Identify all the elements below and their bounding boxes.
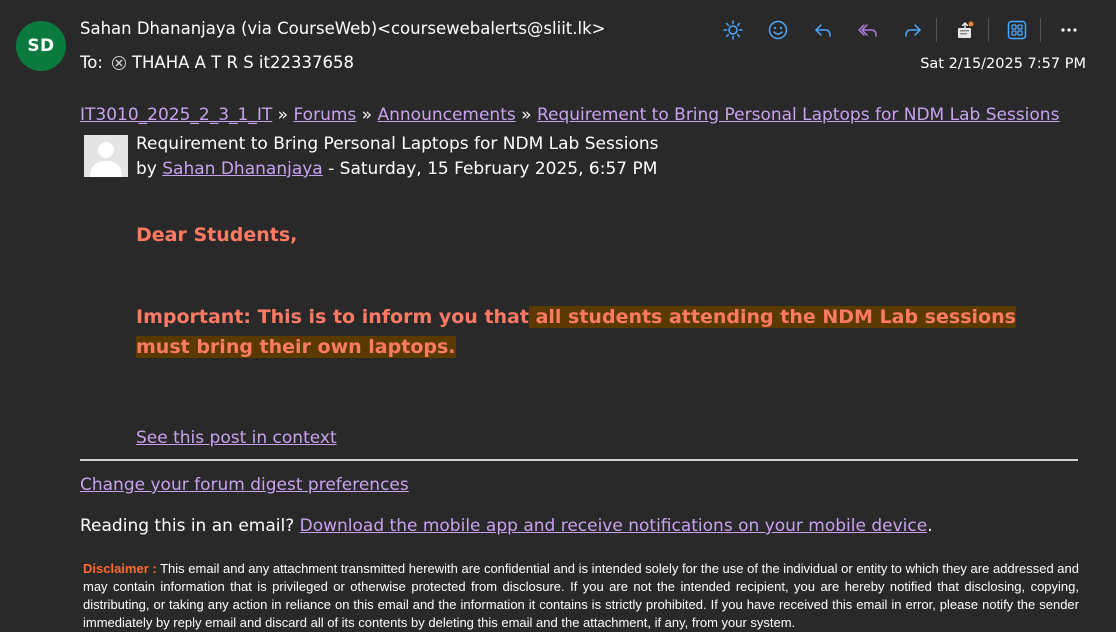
more-actions-button[interactable] <box>1052 14 1086 46</box>
post-header: Requirement to Bring Personal Laptops fo… <box>80 132 1080 182</box>
apps-icon <box>1007 20 1027 40</box>
sender-avatar[interactable]: SD <box>16 21 66 71</box>
breadcrumb: IT3010_2025_2_3_1_IT » Forums » Announce… <box>80 100 1080 130</box>
reading-suffix: . <box>927 516 933 536</box>
reply-all-icon <box>858 24 877 37</box>
by-label: by <box>136 159 163 179</box>
share-to-teams-button[interactable] <box>948 14 982 46</box>
message-toolbar <box>705 14 1086 46</box>
digest-preferences-link[interactable]: Change your forum digest preferences <box>80 475 409 495</box>
reply-icon <box>815 24 831 37</box>
theme-toggle-button[interactable] <box>716 14 750 46</box>
sender-line[interactable]: Sahan Dhananjaya (via CourseWeb)<coursew… <box>80 19 605 38</box>
message-body: IT3010_2025_2_3_1_IT » Forums » Announce… <box>80 100 1080 632</box>
reply-button[interactable] <box>806 14 840 46</box>
toolbar-divider <box>1040 18 1041 42</box>
teams-share-icon <box>958 21 974 38</box>
apps-button[interactable] <box>1000 14 1034 46</box>
breadcrumb-course-link[interactable]: IT3010_2025_2_3_1_IT <box>80 105 272 125</box>
important-text: Important: This is to inform you that <box>136 306 529 328</box>
divider <box>80 459 1078 461</box>
breadcrumb-post-link[interactable]: Requirement to Bring Personal Laptops fo… <box>537 105 1059 125</box>
to-label: To: <box>80 53 103 72</box>
post-title: Requirement to Bring Personal Laptops fo… <box>136 134 659 154</box>
default-user-icon <box>84 135 128 177</box>
sun-icon <box>723 20 743 40</box>
forward-icon <box>905 24 921 37</box>
author-link[interactable]: Sahan Dhananjaya <box>162 159 322 179</box>
sent-date: Sat 2/15/2025 7:57 PM <box>920 56 1086 72</box>
reading-prefix: Reading this in an email? <box>80 516 300 536</box>
see-post-in-context-link[interactable]: See this post in context <box>136 428 337 448</box>
smiley-icon <box>768 20 788 40</box>
mobile-app-line: Reading this in an email? Download the m… <box>80 516 1080 536</box>
remove-recipient-icon <box>111 55 126 70</box>
digest-wrapper: Change your forum digest preferences <box>80 475 1080 495</box>
reply-all-button[interactable] <box>851 14 885 46</box>
greeting-text: Dear Students, <box>136 224 298 246</box>
react-button[interactable] <box>761 14 795 46</box>
recipient-name[interactable]: THAHA A T R S it22337658 <box>132 53 354 72</box>
forward-button[interactable] <box>896 14 930 46</box>
breadcrumb-separator: » <box>356 105 378 125</box>
message-header: SD Sahan Dhananjaya (via CourseWeb)<cour… <box>0 0 1116 90</box>
breadcrumb-separator: » <box>272 105 294 125</box>
mobile-app-link[interactable]: Download the mobile app and receive noti… <box>300 516 928 536</box>
more-icon <box>1061 28 1077 32</box>
recipient-line: To: THAHA A T R S it22337658 <box>80 53 354 72</box>
post-date: - Saturday, 15 February 2025, 6:57 PM <box>322 159 658 179</box>
breadcrumb-separator: » <box>515 105 537 125</box>
post-content: Dear Students, Important: This is to inf… <box>136 220 1080 448</box>
disclaimer: Disclaimer : This email and any attachme… <box>83 560 1079 632</box>
disclaimer-label: Disclaimer : <box>83 561 157 576</box>
important-notice: Important: This is to inform you that al… <box>136 302 1066 362</box>
author-avatar <box>84 135 128 177</box>
disclaimer-text: This email and any attachment transmitte… <box>83 561 1079 630</box>
breadcrumb-announcements-link[interactable]: Announcements <box>377 105 515 125</box>
see-post-wrapper: See this post in context <box>136 428 1080 448</box>
toolbar-divider <box>988 18 989 42</box>
post-byline: by Sahan Dhananjaya - Saturday, 15 Febru… <box>136 159 657 179</box>
breadcrumb-forums-link[interactable]: Forums <box>294 105 357 125</box>
toolbar-divider <box>936 18 937 42</box>
